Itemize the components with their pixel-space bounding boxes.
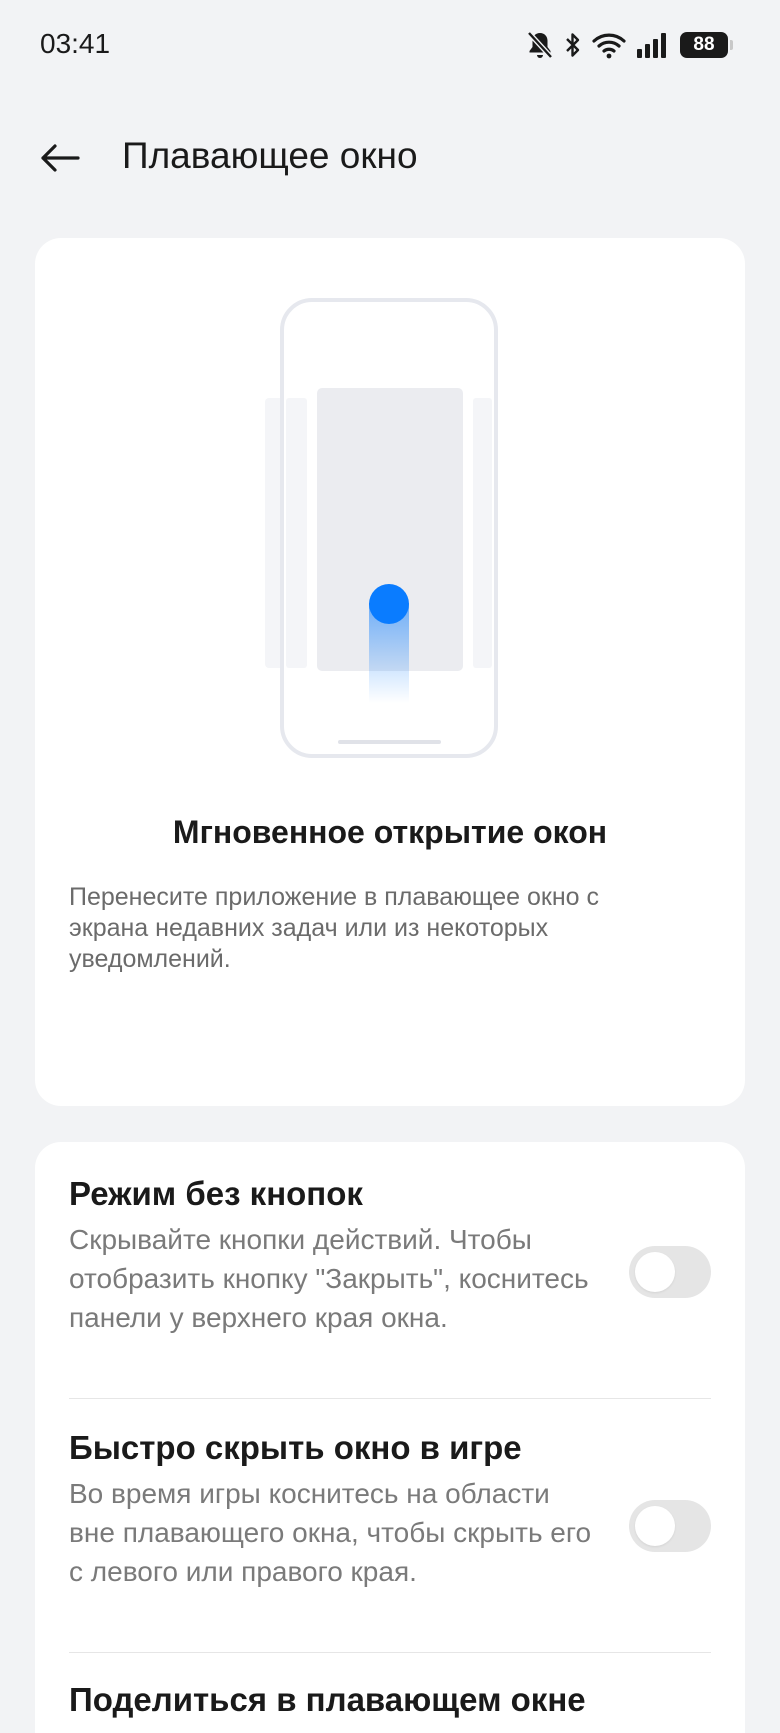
wifi-icon (592, 31, 626, 59)
status-bar: 03:41 88 (0, 0, 780, 90)
battery-icon: 88 (680, 32, 733, 58)
toggle-knob (635, 1506, 675, 1546)
feature-title: Мгновенное открытие окон (172, 814, 608, 850)
feature-description: Перенесите приложение в плавающее окно с… (69, 883, 599, 973)
setting-description: Скрывайте кнопки действий. Чтобы отобраз… (69, 1224, 589, 1333)
signal-icon (636, 31, 670, 59)
setting-title: Режим без кнопок (69, 1175, 363, 1212)
buttonless-mode-toggle[interactable] (629, 1246, 711, 1298)
status-icons: 88 (526, 28, 733, 62)
floating-window-illustration (265, 298, 498, 758)
arrow-left-icon (41, 144, 80, 172)
toggle-knob (635, 1252, 675, 1292)
back-button[interactable] (30, 133, 90, 183)
setting-title: Поделиться в плавающем окне (69, 1681, 586, 1718)
intro-card: Мгновенное открытие окон Перенесите прил… (35, 238, 745, 1285)
bell-muted-icon (526, 30, 554, 60)
status-time: 03:41 (40, 28, 111, 59)
bluetooth-icon (564, 30, 582, 60)
app-bar: Плавающее окно (0, 115, 780, 205)
page-title: Плавающее окно (122, 135, 418, 176)
setting-title: Быстро скрыть окно в игре (69, 1429, 522, 1466)
divider (69, 1652, 711, 1653)
setting-description: Во время игры коснитесь на области вне п… (69, 1478, 592, 1587)
quick-hide-in-game-toggle[interactable] (629, 1500, 711, 1552)
touch-point-icon (369, 584, 409, 624)
divider (69, 1398, 711, 1399)
setting-share-in-floating-window[interactable]: Поделиться в плавающем окне (69, 1678, 745, 1722)
settings-card: Режим без кнопок Скрывайте кнопки действ… (35, 1142, 745, 1733)
